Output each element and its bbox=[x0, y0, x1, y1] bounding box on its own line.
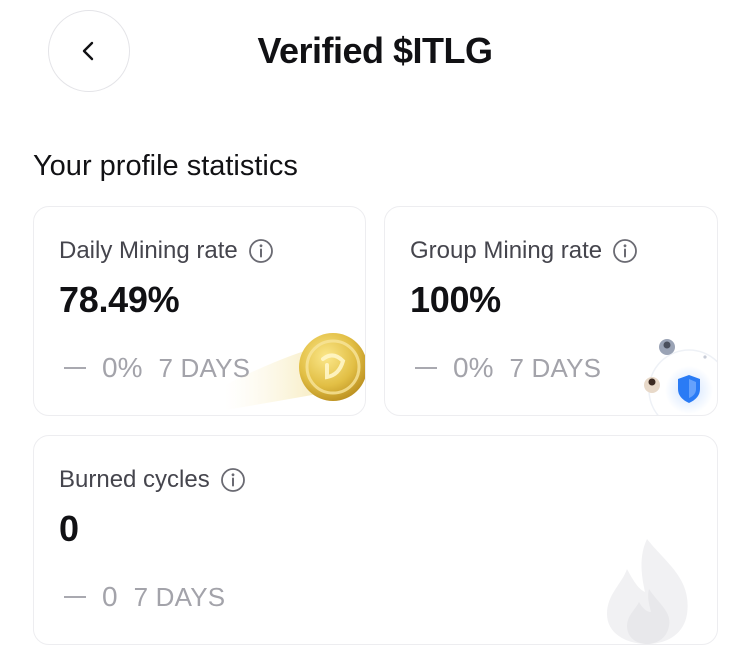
card-value: 100% bbox=[410, 279, 501, 320]
period-label: 7 DAYS bbox=[133, 581, 226, 612]
card-label-row: Daily Mining rate bbox=[59, 237, 274, 265]
section-title: Your profile statistics bbox=[33, 150, 298, 182]
card-value: 0 bbox=[59, 508, 79, 549]
change-value: 0% bbox=[102, 352, 143, 383]
info-icon[interactable] bbox=[220, 467, 246, 493]
dash-icon bbox=[64, 596, 86, 598]
card-label: Daily Mining rate bbox=[59, 237, 238, 264]
dash-icon bbox=[415, 367, 437, 369]
card-label: Group Mining rate bbox=[410, 237, 603, 264]
shield-network-icon bbox=[644, 339, 717, 415]
info-icon[interactable] bbox=[612, 238, 638, 264]
group-mining-rate-card: Group Mining rate 100% 0% 7 DAYS bbox=[384, 206, 718, 416]
card-label: Burned cycles bbox=[59, 466, 210, 493]
burned-cycles-card: Burned cycles 0 0 7 DAYS bbox=[33, 435, 718, 645]
card-change: 0 7 DAYS bbox=[64, 581, 225, 613]
card-label-row: Group Mining rate bbox=[410, 237, 638, 265]
change-value: 0% bbox=[453, 352, 494, 383]
card-change: 0% 7 DAYS bbox=[415, 352, 601, 384]
coin-icon bbox=[225, 333, 365, 410]
daily-mining-rate-card: Daily Mining rate 78.49% 0% 7 DAYS bbox=[33, 206, 366, 416]
card-value: 78.49% bbox=[59, 279, 180, 320]
info-icon[interactable] bbox=[248, 238, 274, 264]
page-title: Verified $ITLG bbox=[257, 30, 493, 71]
flame-icon bbox=[607, 539, 688, 644]
change-value: 0 bbox=[102, 581, 118, 612]
card-label-row: Burned cycles bbox=[59, 466, 246, 494]
period-label: 7 DAYS bbox=[509, 352, 602, 383]
dash-icon bbox=[64, 367, 86, 369]
